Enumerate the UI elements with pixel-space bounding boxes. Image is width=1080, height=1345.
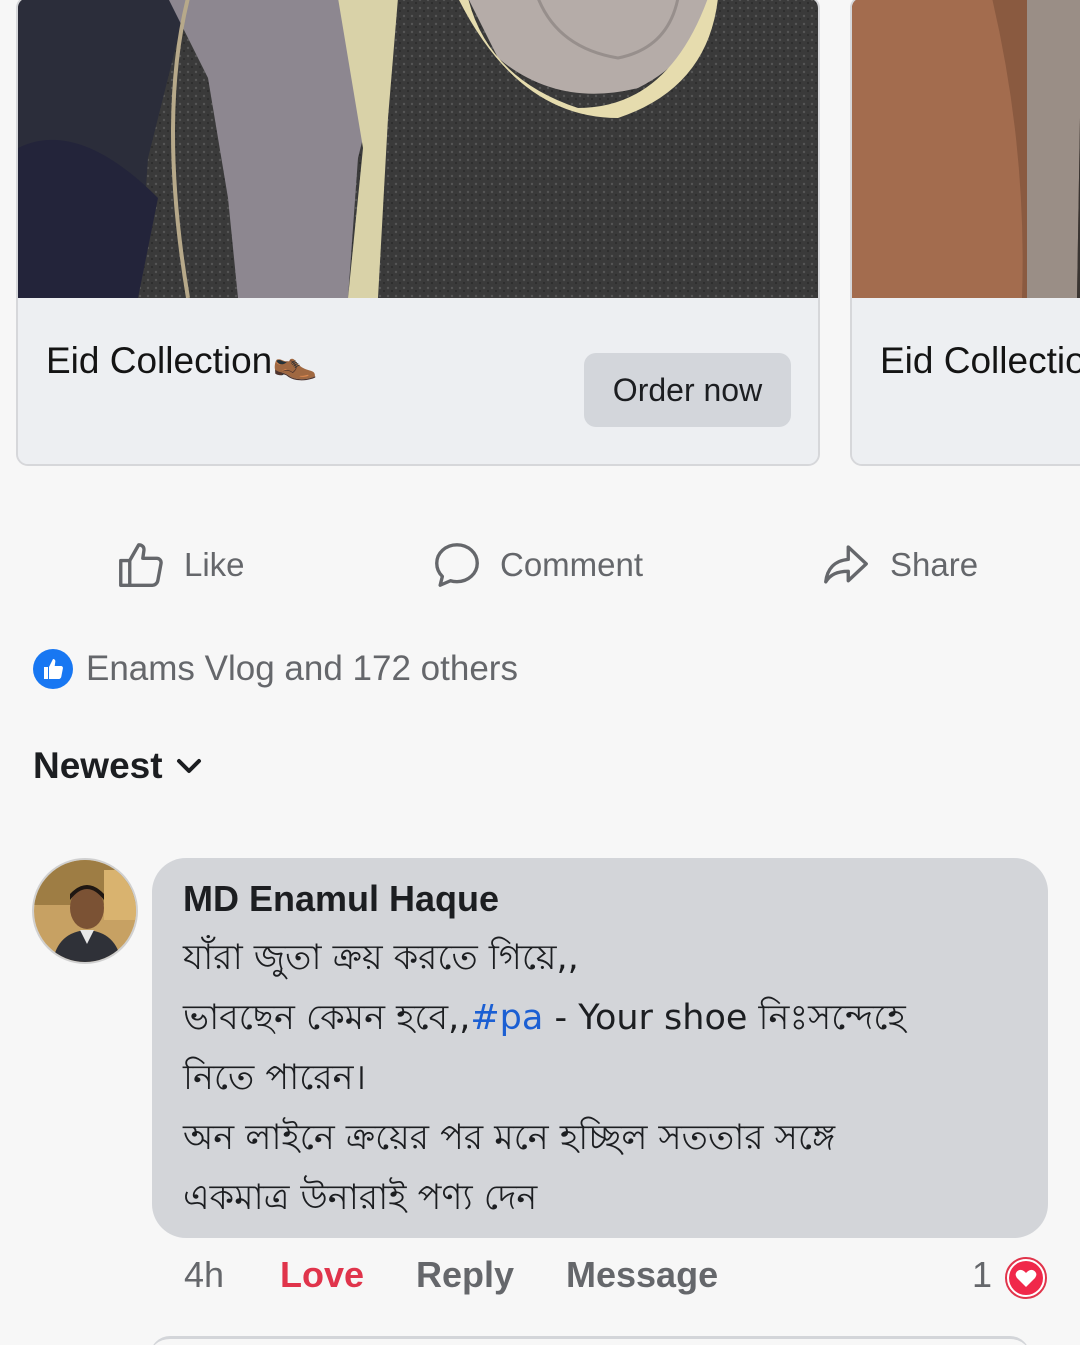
comment-timestamp: 4h (184, 1254, 225, 1295)
share-label: Share (890, 546, 979, 583)
love-reaction-icon[interactable] (1004, 1256, 1048, 1300)
product-card-footer: Eid Collection (852, 298, 1080, 464)
share-arrow-icon (824, 545, 868, 584)
message-button[interactable]: Message (566, 1254, 718, 1296)
chevron-down-icon (176, 759, 201, 773)
comment-text: যাঁরা জুতা ক্রয় করতে গিয়ে,, ভাবছেন কেম… (183, 928, 1018, 1228)
post-actions: Like Comment Share (0, 530, 1080, 600)
product-card[interactable]: Eid Collection (850, 0, 1080, 466)
love-reaction-button[interactable]: Love (280, 1254, 364, 1296)
reply-button[interactable]: Reply (416, 1254, 514, 1296)
like-button[interactable]: Like (114, 530, 245, 600)
comment-line: একমাত্র উনারাই পণ্য দেন (183, 1178, 538, 1218)
like-reaction-icon (33, 649, 73, 689)
like-label: Like (184, 546, 245, 583)
hashtag-link[interactable]: #pa (470, 998, 543, 1038)
comment-bubble-icon (435, 543, 479, 587)
product-image[interactable] (18, 0, 818, 298)
thumbs-up-icon (119, 543, 163, 587)
product-carousel[interactable]: Eid Collection👞 Order now Eid Collection (0, 0, 1080, 470)
comment-author[interactable]: MD Enamul Haque (183, 878, 1018, 920)
avatar[interactable] (32, 858, 138, 964)
comment-sort-dropdown[interactable]: Newest (33, 745, 203, 787)
product-card[interactable]: Eid Collection👞 Order now (16, 0, 820, 466)
comment-button[interactable]: Comment (430, 530, 643, 600)
shoe-emoji-icon: 👞 (272, 340, 319, 381)
next-comment-edge (150, 1336, 1030, 1345)
sort-label: Newest (33, 745, 163, 786)
share-button[interactable]: Share (818, 530, 978, 600)
order-now-button[interactable]: Order now (584, 353, 791, 427)
comment-line: নিতে পারেন। (183, 1058, 366, 1098)
comment-line: অন লাইনে ক্রয়ের পর মনে হচ্ছিল সততার সঙ্… (183, 1118, 836, 1158)
comment-bubble[interactable]: MD Enamul Haque যাঁরা জুতা ক্রয় করতে গি… (152, 858, 1048, 1238)
comment-line: যাঁরা জুতা ক্রয় করতে গিয়ে,, (183, 938, 579, 978)
comment-label: Comment (500, 546, 644, 583)
reaction-count[interactable]: 1 (972, 1254, 992, 1296)
reactions-text: Enams Vlog and 172 others (86, 649, 518, 688)
reactions-summary[interactable]: Enams Vlog and 172 others (32, 645, 518, 693)
comment-meta: 4h Love Reply Message 1 (0, 1250, 1080, 1306)
product-card-footer: Eid Collection👞 Order now (18, 298, 818, 464)
product-image[interactable] (852, 0, 1080, 298)
post-view: Eid Collection👞 Order now Eid Collection (0, 0, 1080, 1345)
product-title: Eid Collection (880, 340, 1080, 381)
comment-line: ভাবছেন কেমন হবে,,#pa - Your shoe নিঃসন্দ… (183, 998, 906, 1038)
product-title: Eid Collection👞 (46, 340, 319, 381)
